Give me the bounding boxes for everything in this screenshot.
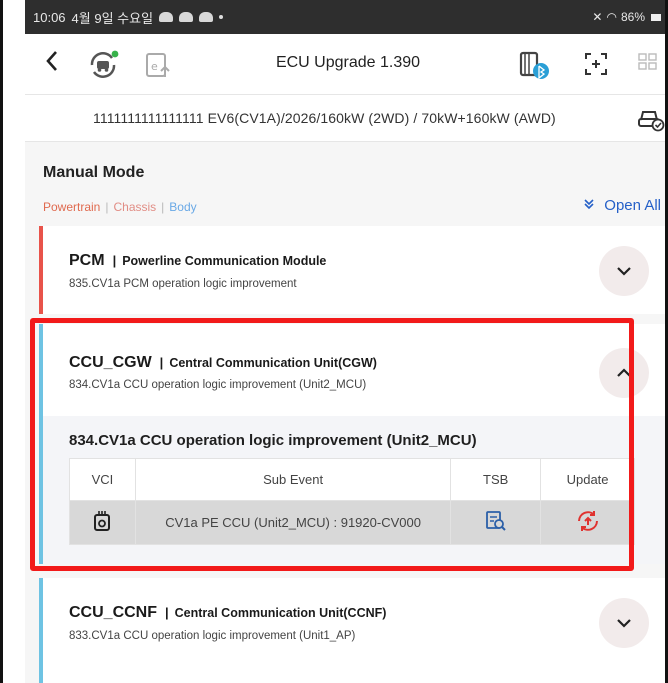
module-title-separator: |: [112, 253, 117, 268]
sub-event-cell: CV1a PE CCU (Unit2_MCU) : 91920-CV000: [134, 500, 452, 545]
module-code: CCU_CGW: [69, 354, 152, 371]
chevron-down-icon: [617, 267, 631, 276]
module-subtitle: 833.CV1a CCU operation logic improvement…: [69, 630, 356, 642]
module-title: PCM | Powerline Communication Module: [69, 252, 326, 270]
filter-body[interactable]: Body: [169, 200, 196, 214]
module-code: PCM: [69, 252, 105, 269]
ecu-bluetooth-icon[interactable]: [517, 49, 549, 81]
open-all-label: Open All: [604, 197, 661, 214]
mute-icon: ✕: [592, 10, 603, 24]
grid-icon[interactable]: [635, 49, 665, 81]
expand-icon[interactable]: [581, 49, 613, 81]
tsb-cell[interactable]: [450, 500, 542, 545]
battery-level: 86%: [620, 10, 645, 24]
vehicle-settings-icon[interactable]: [637, 106, 665, 132]
column-header-vci: VCI: [69, 458, 136, 501]
wifi-icon: ◠: [606, 10, 617, 24]
vehicle-info-bar: 1111111111111111 EV6(CV1A)/2026/160kW (2…: [25, 94, 665, 142]
update-cell[interactable]: [540, 500, 635, 545]
chevron-down-icon: [617, 619, 631, 628]
battery-icon: [651, 13, 661, 21]
column-header-update: Update: [540, 458, 635, 501]
app-notification-icon: [199, 12, 214, 22]
expand-toggle-button[interactable]: [599, 598, 649, 648]
column-header-tsb: TSB: [450, 458, 542, 501]
expand-toggle-button[interactable]: [599, 246, 649, 296]
filter-powertrain[interactable]: Powertrain: [43, 200, 100, 214]
vci-cell: [69, 500, 136, 545]
vci-device-icon: [94, 511, 111, 531]
event-title: 834.CV1a CCU operation logic improvement…: [69, 432, 477, 449]
filter-separator: |: [105, 200, 109, 214]
module-name: Central Communication Unit(CGW): [169, 356, 377, 370]
status-bar: 10:06 4월 9일 수요일 ✕ ◠ 86%: [25, 0, 665, 34]
module-subtitle: 835.CV1a PCM operation logic improvement: [69, 278, 297, 290]
app-header: e ECU Upgrade 1.390: [25, 34, 665, 94]
status-date: 4월 9일 수요일: [71, 10, 154, 26]
more-notifications-icon: [219, 15, 224, 19]
filter-chassis[interactable]: Chassis: [113, 200, 156, 214]
module-title: CCU_CGW | Central Communication Unit(CGW): [69, 354, 377, 372]
cloud-icon: [179, 12, 194, 22]
module-card-pcm[interactable]: PCM | Powerline Communication Module 835.C…: [39, 226, 665, 314]
table-header-row: VCI Sub Event TSB Update: [69, 458, 635, 501]
main-content: Manual Mode Powertrain | Chassis | Body Open…: [25, 142, 665, 683]
notification-icon: [159, 12, 174, 22]
module-code: CCU_CCNF: [69, 604, 157, 621]
event-detail-panel: 834.CV1a CCU operation logic improvement…: [43, 416, 665, 564]
column-header-sub-event: Sub Event: [134, 458, 452, 501]
mode-title: Manual Mode: [43, 164, 145, 181]
module-title: CCU_CCNF | Central Communication Unit(CCNF…: [69, 604, 386, 622]
filter-separator: |: [161, 200, 165, 214]
module-subtitle: 834.CV1a CCU operation logic improvement…: [69, 379, 367, 391]
page-title: ECU Upgrade 1.390: [275, 54, 421, 71]
tsb-document-search-icon[interactable]: [485, 510, 507, 532]
module-card-ccu-cgw[interactable]: CCU_CGW | Central Communication Unit(CGW) …: [39, 324, 665, 564]
module-title-separator: |: [165, 605, 169, 620]
open-all-button[interactable]: Open All: [583, 197, 661, 214]
module-name: Powerline Communication Module: [122, 254, 327, 268]
module-name: Central Communication Unit(CCNF): [174, 606, 387, 620]
chevron-up-icon: [617, 368, 631, 377]
sub-event-table: VCI Sub Event TSB Update CV1a PE CCU (Un…: [69, 458, 635, 545]
card-accent: [39, 226, 43, 314]
category-filters: Powertrain | Chassis | Body: [43, 200, 197, 214]
app-frame: 10:06 4월 9일 수요일 ✕ ◠ 86% e ECU Upgrade 1.…: [0, 0, 668, 683]
vehicle-info: 1111111111111111 EV6(CV1A)/2026/160kW (2…: [93, 110, 556, 126]
module-card-ccu-ccnf[interactable]: CCU_CCNF | Central Communication Unit(CCNF…: [39, 578, 665, 683]
card-accent: [39, 578, 43, 683]
module-title-separator: |: [159, 355, 164, 370]
collapse-toggle-button[interactable]: [599, 348, 649, 398]
double-chevron-down-icon: [583, 199, 598, 213]
update-sync-icon[interactable]: [575, 508, 601, 534]
status-time: 10:06: [33, 9, 66, 25]
table-row[interactable]: CV1a PE CCU (Unit2_MCU) : 91920-CV000: [69, 500, 635, 545]
